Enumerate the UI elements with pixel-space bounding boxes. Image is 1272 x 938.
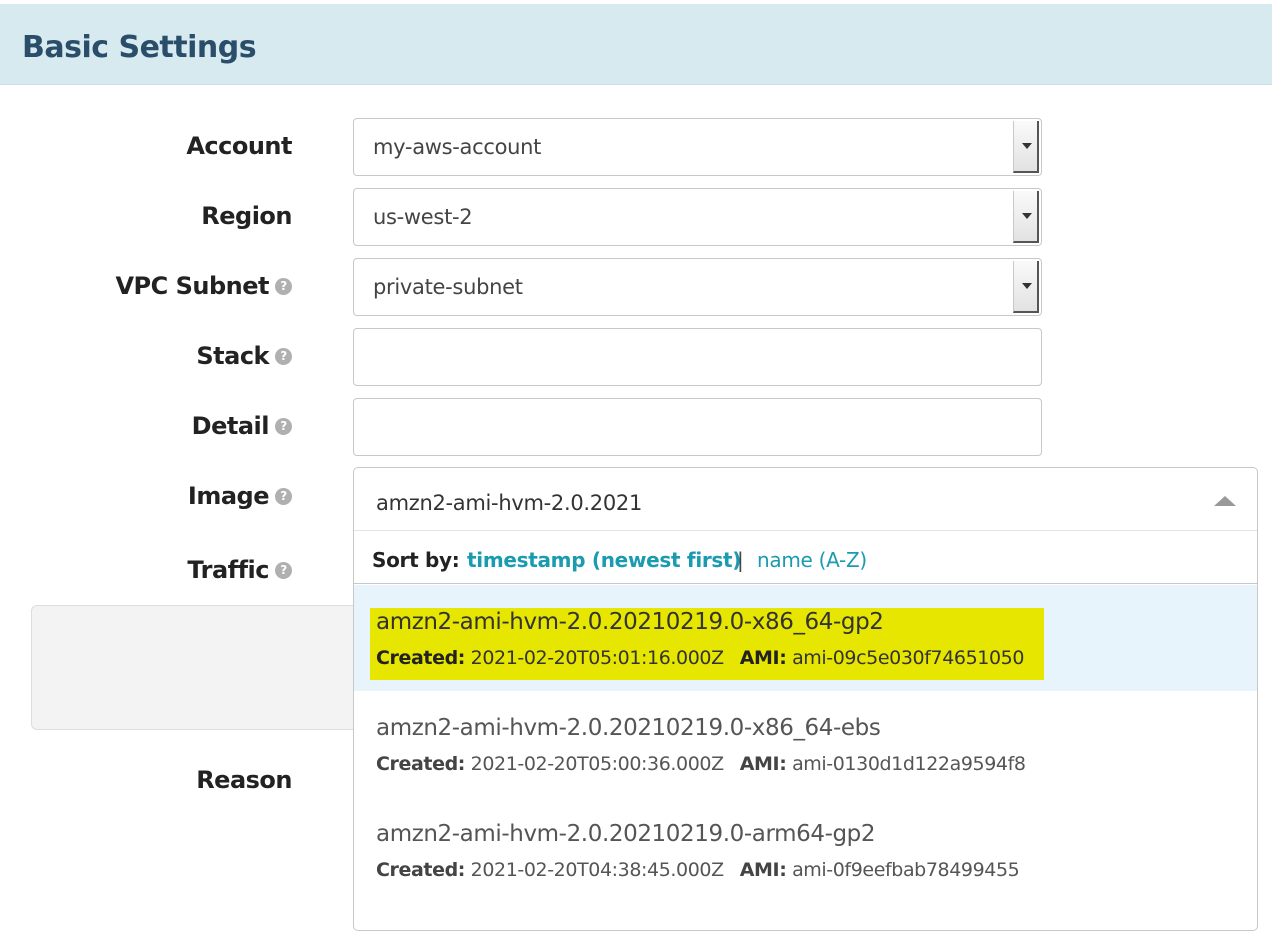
account-select[interactable]: my-aws-account — [353, 118, 1042, 176]
image-label: Image ? — [188, 482, 292, 510]
created-value: 2021-02-20T04:38:45.000Z — [470, 859, 724, 881]
ami-label: AMI: — [739, 859, 787, 881]
detail-help-icon[interactable]: ? — [275, 417, 292, 435]
detail-input[interactable] — [353, 398, 1042, 456]
traffic-panel — [31, 605, 371, 730]
image-option[interactable]: amzn2-ami-hvm-2.0.20210219.0-arm64-gp2 C… — [354, 797, 1257, 903]
option-meta: Created: 2021-02-20T05:00:36.000Z AMI: am… — [376, 753, 1026, 775]
stack-label: Stack ? — [196, 342, 292, 370]
image-select[interactable]: amzn2-ami-hvm-2.0.2021 Sort by: timestam… — [353, 467, 1258, 931]
account-label-text: Account — [186, 132, 292, 160]
vpc-subnet-label: VPC Subnet ? — [115, 272, 292, 300]
account-dropdown-arrow-icon[interactable] — [1013, 121, 1039, 173]
image-option[interactable]: amzn2-ami-hvm-2.0.20210219.0-x86_64-ebs … — [354, 691, 1257, 797]
detail-label: Detail ? — [192, 412, 292, 440]
section-title: Basic Settings — [22, 30, 257, 65]
ami-label: AMI: — [739, 647, 787, 669]
created-value: 2021-02-20T05:00:36.000Z — [470, 753, 724, 775]
image-select-control[interactable]: amzn2-ami-hvm-2.0.2021 — [354, 468, 1257, 530]
vpc-subnet-select-value: private-subnet — [373, 275, 523, 299]
created-label: Created: — [376, 647, 465, 669]
sort-bar: Sort by: timestamp (newest first) | name… — [354, 530, 1257, 584]
ami-label: AMI: — [739, 753, 787, 775]
region-select[interactable]: us-west-2 — [353, 188, 1042, 246]
reason-label-text: Reason — [196, 766, 292, 794]
stack-label-text: Stack — [196, 342, 269, 370]
option-name: amzn2-ami-hvm-2.0.20210219.0-x86_64-ebs — [376, 715, 881, 741]
region-label: Region — [201, 202, 292, 230]
vpc-subnet-label-text: VPC Subnet — [115, 272, 269, 300]
image-help-icon[interactable]: ? — [275, 487, 292, 505]
image-label-text: Image — [187, 482, 270, 510]
sort-by-label: Sort by: — [372, 548, 460, 572]
region-select-value: us-west-2 — [373, 205, 473, 229]
stack-input[interactable] — [353, 328, 1042, 386]
caret-up-icon[interactable] — [1214, 496, 1236, 506]
account-label: Account — [186, 132, 292, 160]
created-value: 2021-02-20T05:01:16.000Z — [470, 647, 724, 669]
sort-name-link[interactable]: name (A-Z) — [757, 548, 867, 572]
stack-help-icon[interactable]: ? — [275, 347, 292, 365]
detail-label-text: Detail — [191, 412, 270, 440]
ami-value: ami-0f9eefbab78499455 — [792, 859, 1020, 881]
option-meta: Created: 2021-02-20T05:01:16.000Z AMI: am… — [376, 647, 1024, 669]
traffic-label-text: Traffic — [187, 556, 269, 584]
sort-separator: | — [737, 548, 744, 572]
vpc-subnet-select[interactable]: private-subnet — [353, 258, 1042, 316]
image-search-value[interactable]: amzn2-ami-hvm-2.0.2021 — [376, 491, 642, 515]
reason-label: Reason — [196, 766, 292, 794]
ami-value: ami-0130d1d122a9594f8 — [792, 753, 1026, 775]
traffic-label: Traffic ? — [187, 556, 292, 584]
sort-timestamp-link[interactable]: timestamp (newest first) — [467, 548, 741, 572]
created-label: Created: — [376, 859, 465, 881]
created-label: Created: — [376, 753, 465, 775]
vpc-subnet-dropdown-arrow-icon[interactable] — [1013, 261, 1039, 313]
region-label-text: Region — [201, 202, 292, 230]
ami-value: ami-09c5e030f74651050 — [792, 647, 1025, 669]
vpc-subnet-help-icon[interactable]: ? — [275, 277, 292, 295]
image-option[interactable]: amzn2-ami-hvm-2.0.20210219.0-x86_64-gp2 … — [354, 585, 1257, 691]
option-name: amzn2-ami-hvm-2.0.20210219.0-arm64-gp2 — [376, 821, 876, 847]
traffic-help-icon[interactable]: ? — [275, 561, 292, 579]
option-name: amzn2-ami-hvm-2.0.20210219.0-x86_64-gp2 — [376, 609, 884, 635]
account-select-value: my-aws-account — [373, 135, 542, 159]
section-header: Basic Settings — [0, 4, 1272, 85]
option-meta: Created: 2021-02-20T04:38:45.000Z AMI: am… — [376, 859, 1020, 881]
region-dropdown-arrow-icon[interactable] — [1013, 191, 1039, 243]
